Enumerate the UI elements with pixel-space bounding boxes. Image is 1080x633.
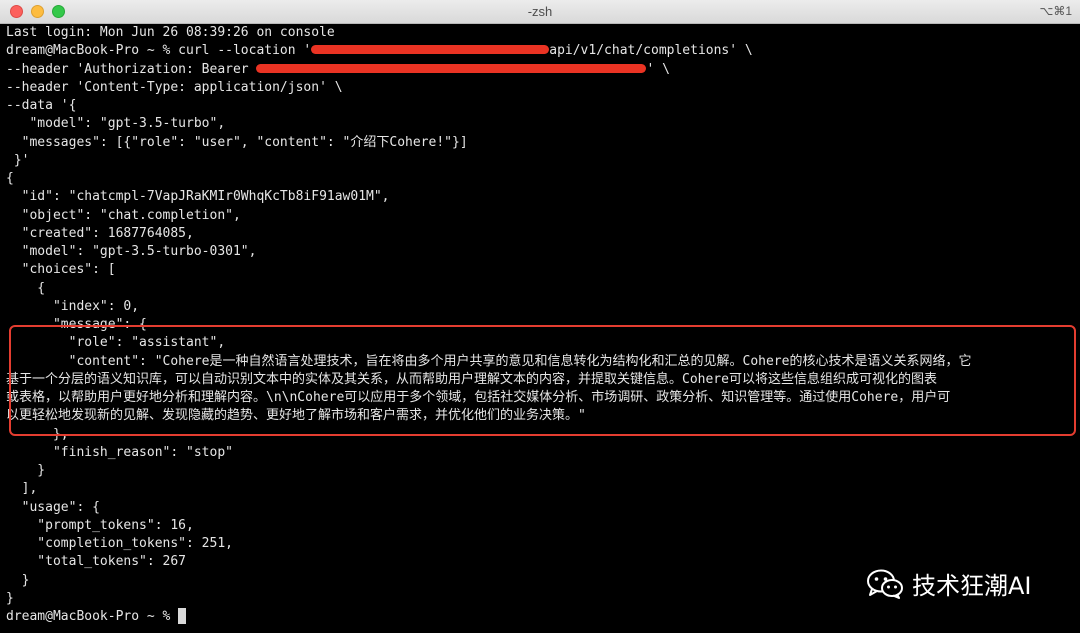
terminal-line: "role": "assistant", xyxy=(6,335,226,351)
terminal-window: -zsh ⌥⌘1 Last login: Mon Jun 26 08:39:26… xyxy=(0,0,1080,633)
watermark-text: 技术狂潮AI xyxy=(912,572,1032,600)
terminal-line: ], xyxy=(6,481,38,497)
terminal-line: --header 'Authorization: Bearer ' \ xyxy=(6,61,670,77)
wechat-icon xyxy=(867,569,903,599)
terminal-line: --header 'Content-Type: application/json… xyxy=(6,79,343,95)
terminal-output[interactable]: Last login: Mon Jun 26 08:39:26 on conso… xyxy=(0,24,1080,633)
terminal-line: 以更轻松地发现新的见解、发现隐藏的趋势、更好地了解市场和客户需求，并优化他们的业… xyxy=(6,408,586,424)
text-cursor xyxy=(178,608,187,624)
terminal-line: dream@MacBook-Pro ~ % curl --location ' a… xyxy=(6,43,753,59)
terminal-line: "created": 1687764085, xyxy=(6,225,194,241)
terminal-line: "prompt_tokens": 16, xyxy=(6,517,194,533)
terminal-line: "choices": [ xyxy=(6,262,116,278)
terminal-line: 基于一个分层的语义知识库，可以自动识别文本中的实体及其关系，从而帮助用户理解文本… xyxy=(6,371,937,387)
title-bar[interactable]: -zsh ⌥⌘1 xyxy=(0,0,1080,24)
terminal-line: --data '{ xyxy=(6,98,77,113)
terminal-line: }' xyxy=(6,152,30,168)
terminal-line: "finish_reason": "stop" xyxy=(6,444,233,460)
terminal-line: Last login: Mon Jun 26 08:39:26 on conso… xyxy=(6,25,335,40)
terminal-line: "index": 0, xyxy=(6,298,140,314)
terminal-line: "message": { xyxy=(6,317,147,332)
terminal-prompt[interactable]: dream@MacBook-Pro ~ % xyxy=(6,608,1080,626)
terminal-line: 或表格，以帮助用户更好地分析和理解内容。\n\nCohere可以应用于多个领域，… xyxy=(6,390,951,405)
terminal-line: "completion_tokens": 251, xyxy=(6,536,233,551)
window-shortcut: ⌥⌘1 xyxy=(1039,4,1072,18)
terminal-line: "model": "gpt-3.5-turbo", xyxy=(6,116,226,132)
terminal-line: { xyxy=(6,280,46,296)
window-title: -zsh xyxy=(527,4,553,19)
redacted-token xyxy=(256,63,647,73)
terminal-line: "usage": { xyxy=(6,499,100,515)
terminal-line: "content": "Cohere是一种自然语言处理技术，旨在将由多个用户共享… xyxy=(6,353,972,369)
terminal-line: } xyxy=(6,463,46,478)
terminal-line: }, xyxy=(6,426,69,442)
terminal-line: "model": "gpt-3.5-turbo-0301", xyxy=(6,244,257,259)
terminal-line: { xyxy=(6,171,14,186)
terminal-line: "object": "chat.completion", xyxy=(6,207,241,223)
watermark: 技术狂潮AI xyxy=(866,566,1032,601)
redacted-url xyxy=(311,45,550,55)
terminal-line: "messages": [{"role": "user", "content":… xyxy=(6,134,468,150)
terminal-line: "id": "chatcmpl-7VapJRaKMIr0WhqKcTb8iF91… xyxy=(6,189,390,205)
